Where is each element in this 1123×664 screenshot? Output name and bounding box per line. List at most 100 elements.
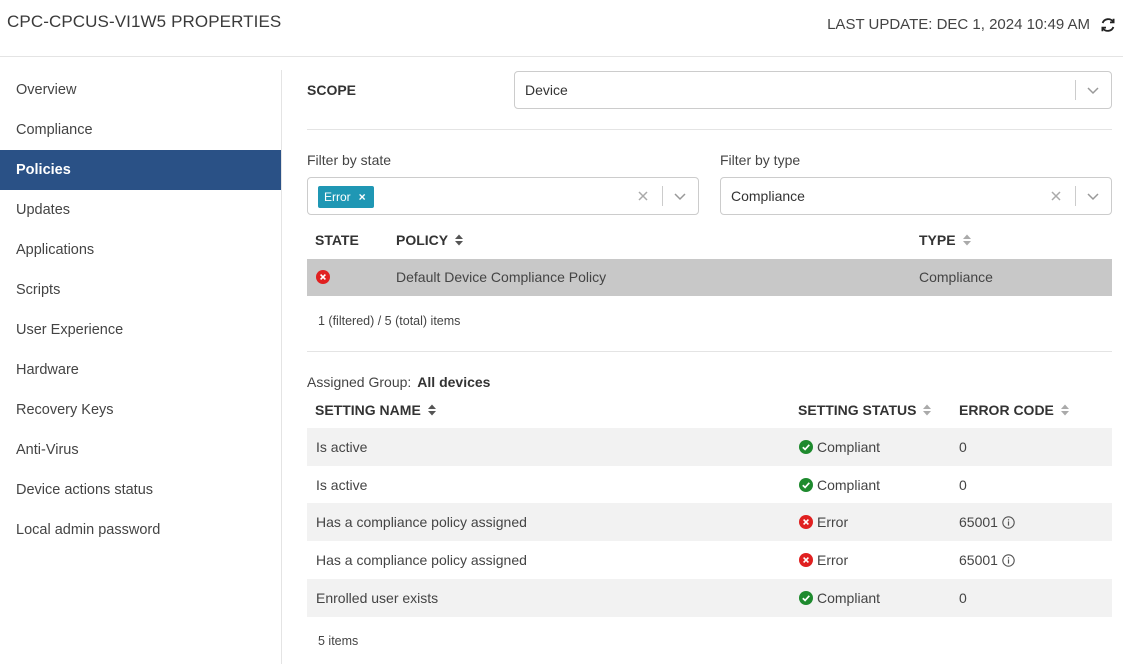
refresh-icon[interactable] xyxy=(1100,17,1116,33)
setting-name: Is active xyxy=(316,439,368,455)
sidebar-item[interactable]: Updates xyxy=(0,190,281,230)
sort-icon[interactable] xyxy=(427,403,437,417)
col-header-policy-label: POLICY xyxy=(396,232,449,248)
check-icon xyxy=(799,440,813,454)
sort-icon[interactable] xyxy=(922,403,932,417)
sidebar-item[interactable]: Hardware xyxy=(0,350,281,390)
setting-status: Error xyxy=(799,552,848,568)
info-icon[interactable] xyxy=(1002,516,1015,529)
error-code-value: 0 xyxy=(959,439,967,455)
col-header-setting-status-label: SETTING STATUS xyxy=(798,402,917,418)
state-filter-tag[interactable]: Error × xyxy=(318,186,374,208)
check-icon xyxy=(799,591,813,605)
filter-type-label: Filter by type xyxy=(720,152,801,168)
error-code: 65001 xyxy=(959,552,1015,568)
col-header-error-code[interactable]: ERROR CODE xyxy=(959,402,1070,418)
filter-state-label: Filter by state xyxy=(307,152,392,168)
setting-status-label: Error xyxy=(817,552,849,568)
filter-type-select[interactable]: Compliance xyxy=(720,177,1112,215)
check-icon xyxy=(799,478,813,492)
setting-status: Compliant xyxy=(799,439,880,455)
col-header-setting-name[interactable]: SETTING NAME xyxy=(315,402,437,418)
sidebar-item[interactable]: Policies xyxy=(0,150,281,190)
chevron-down-icon[interactable] xyxy=(1085,188,1101,204)
sidebar-item[interactable]: Compliance xyxy=(0,110,281,150)
sidebar-item[interactable]: Recovery Keys xyxy=(0,390,281,430)
clear-icon[interactable] xyxy=(1048,188,1064,204)
table-row[interactable]: Is active Compliant 0 xyxy=(307,466,1112,503)
sort-icon[interactable] xyxy=(1060,403,1070,417)
settings-items-count: 5 items xyxy=(318,634,359,648)
setting-name: Is active xyxy=(316,477,368,493)
error-code-value: 0 xyxy=(959,477,967,493)
setting-status: Compliant xyxy=(799,477,880,493)
assigned-group-label: Assigned Group: xyxy=(307,374,412,390)
error-code-value: 65001 xyxy=(959,514,998,530)
remove-tag-icon[interactable]: × xyxy=(359,190,366,204)
select-separator xyxy=(1075,186,1076,206)
policy-type: Compliance xyxy=(919,269,993,285)
sidebar-nav: Overview Compliance Policies Updates Applica… xyxy=(0,70,281,550)
setting-name: Enrolled user exists xyxy=(316,590,439,606)
col-header-state-label: STATE xyxy=(315,232,359,248)
select-separator xyxy=(1075,80,1076,100)
table-row[interactable]: Has a compliance policy assigned Error 650… xyxy=(307,503,1112,541)
sidebar-item[interactable]: Device actions status xyxy=(0,470,281,510)
sidebar-item[interactable]: User Experience xyxy=(0,310,281,350)
filter-type-value: Compliance xyxy=(731,188,805,204)
divider xyxy=(307,129,1112,130)
table-row[interactable]: Default Device Compliance Policy Complia… xyxy=(307,259,1112,296)
setting-status-label: Compliant xyxy=(817,439,881,455)
sidebar-divider xyxy=(281,70,282,664)
sidebar-item[interactable]: Applications xyxy=(0,230,281,270)
filter-state-select[interactable]: Error × xyxy=(307,177,699,215)
page-header: CPC-CPCUS-VI1W5 PROPERTIES LAST UPDATE: … xyxy=(0,0,1123,57)
col-header-type-label: TYPE xyxy=(919,232,956,248)
error-code-value: 0 xyxy=(959,590,967,606)
divider xyxy=(307,351,1112,352)
chevron-down-icon[interactable] xyxy=(1085,82,1101,98)
sort-icon[interactable] xyxy=(454,233,464,247)
error-icon xyxy=(799,553,813,567)
error-code: 0 xyxy=(959,439,967,455)
col-header-setting-name-label: SETTING NAME xyxy=(315,402,421,418)
col-header-type[interactable]: TYPE xyxy=(919,232,972,248)
info-icon[interactable] xyxy=(1002,554,1015,567)
error-code: 0 xyxy=(959,590,967,606)
table-row[interactable]: Has a compliance policy assigned Error 650… xyxy=(307,541,1112,579)
assigned-group-value: All devices xyxy=(417,374,491,390)
sort-icon[interactable] xyxy=(962,233,972,247)
setting-status-label: Compliant xyxy=(817,477,881,493)
error-code: 0 xyxy=(959,477,967,493)
last-update-text: LAST UPDATE: DEC 1, 2024 10:49 AM xyxy=(827,16,1090,33)
col-header-state: STATE xyxy=(315,232,359,248)
setting-name: Has a compliance policy assigned xyxy=(316,552,527,568)
sidebar-item[interactable]: Anti-Virus xyxy=(0,430,281,470)
setting-status-label: Error xyxy=(817,514,849,530)
select-separator xyxy=(662,186,663,206)
error-code-value: 65001 xyxy=(959,552,998,568)
scope-label: SCOPE xyxy=(307,82,357,98)
error-icon xyxy=(316,270,330,284)
sidebar-item[interactable]: Scripts xyxy=(0,270,281,310)
assigned-group: Assigned Group: All devices xyxy=(307,374,490,390)
table-row[interactable]: Is active Compliant 0 xyxy=(307,428,1112,466)
policy-items-count: 1 (filtered) / 5 (total) items xyxy=(318,314,461,328)
error-code: 65001 xyxy=(959,514,1015,530)
chevron-down-icon[interactable] xyxy=(672,188,688,204)
state-filter-tag-label: Error xyxy=(324,190,351,204)
sidebar-item[interactable]: Local admin password xyxy=(0,510,281,550)
table-row[interactable]: Enrolled user exists Compliant 0 xyxy=(307,579,1112,617)
setting-status: Compliant xyxy=(799,590,880,606)
setting-name: Has a compliance policy assigned xyxy=(316,514,527,530)
scope-select-value: Device xyxy=(525,82,568,98)
page-title: CPC-CPCUS-VI1W5 PROPERTIES xyxy=(7,12,282,31)
col-header-policy[interactable]: POLICY xyxy=(396,232,464,248)
clear-icon[interactable] xyxy=(635,188,651,204)
col-header-setting-status[interactable]: SETTING STATUS xyxy=(798,402,932,418)
setting-status-label: Compliant xyxy=(817,590,881,606)
col-header-error-code-label: ERROR CODE xyxy=(959,402,1054,418)
setting-status: Error xyxy=(799,514,848,530)
scope-select[interactable]: Device xyxy=(514,71,1112,109)
sidebar-item[interactable]: Overview xyxy=(0,70,281,110)
